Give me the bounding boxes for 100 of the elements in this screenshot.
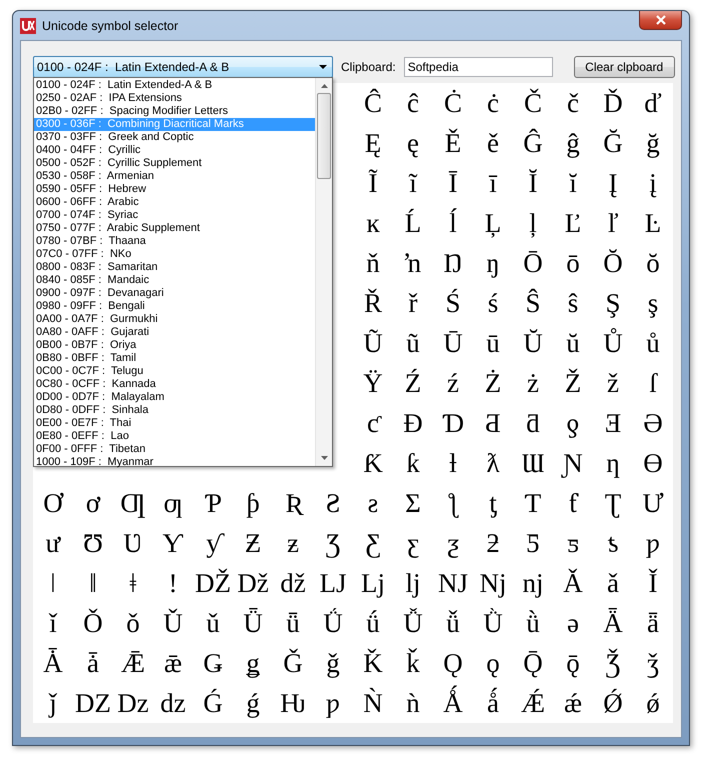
symbol-cell[interactable]: ż	[523, 366, 543, 400]
symbol-cell[interactable]: ǽ	[560, 686, 586, 720]
symbol-cell[interactable]: Ɵ	[639, 446, 667, 480]
symbol-cell[interactable]: Ǩ	[359, 646, 387, 680]
symbol-cell[interactable]: ǟ	[643, 606, 663, 640]
symbol-cell[interactable]: ǜ	[522, 606, 544, 640]
symbol-cell[interactable]: Ĝ	[519, 126, 547, 160]
symbol-cell[interactable]: ǿ	[642, 686, 664, 720]
list-item[interactable]: 0B00 - 0B7F : Oriya	[34, 339, 315, 352]
symbol-cell[interactable]: Ũ	[359, 326, 387, 360]
symbol-cell[interactable]: ǐ	[45, 606, 61, 640]
symbol-cell[interactable]: ƣ	[160, 486, 186, 520]
symbol-cell[interactable]: Ǎ	[559, 566, 587, 600]
symbol-cell[interactable]: Ʀ	[281, 486, 305, 520]
list-item[interactable]: 0E80 - 0EFF : Lao	[34, 430, 315, 443]
symbol-cell[interactable]: Ǉ	[316, 566, 350, 600]
symbol-cell[interactable]: ƶ	[283, 526, 303, 560]
symbol-cell[interactable]: Ľ	[560, 206, 586, 240]
symbol-cell[interactable]: Ǝ	[600, 406, 626, 440]
symbol-cell[interactable]: Ǭ	[519, 646, 547, 680]
symbol-cell[interactable]: Ę	[360, 126, 386, 160]
symbol-cell[interactable]: ř	[404, 286, 422, 320]
symbol-cell[interactable]: Ş	[601, 286, 625, 320]
symbol-cell[interactable]: ş	[644, 286, 662, 320]
symbol-cell[interactable]: Ǯ	[602, 646, 624, 680]
list-item[interactable]: 0700 - 074F : Syriac	[34, 209, 315, 222]
list-item[interactable]: 0400 - 04FF : Cyrillic	[34, 144, 315, 157]
symbol-cell[interactable]: ĩ	[405, 166, 421, 200]
scroll-down-icon[interactable]	[320, 456, 328, 460]
symbol-cell[interactable]: Ƶ	[240, 526, 266, 560]
symbol-cell[interactable]: ƻ	[482, 526, 504, 560]
symbol-cell[interactable]: ǚ	[442, 606, 464, 640]
symbol-cell[interactable]: ǡ	[83, 646, 103, 680]
symbol-cell[interactable]: ď	[640, 86, 666, 120]
symbol-cell[interactable]: ĝ	[562, 126, 584, 160]
symbol-cell[interactable]: Ƙ	[359, 446, 387, 480]
symbol-cell[interactable]: ź	[443, 366, 463, 400]
symbol-cell[interactable]: Ǒ	[79, 606, 107, 640]
symbol-cell[interactable]: ƛ	[482, 446, 504, 480]
symbol-cell[interactable]: ǃ	[164, 566, 182, 600]
symbol-cell[interactable]: Ĩ	[364, 166, 382, 200]
list-item[interactable]: 0530 - 058F : Armenian	[34, 170, 315, 183]
symbol-cell[interactable]: ƿ	[642, 526, 664, 560]
symbol-cell[interactable]: Ğ	[599, 126, 627, 160]
symbol-cell[interactable]: Ō	[519, 246, 547, 280]
symbol-cell[interactable]: ƴ	[202, 526, 224, 560]
symbol-cell[interactable]: ğ	[642, 126, 664, 160]
symbol-cell[interactable]: Ǻ	[439, 686, 467, 720]
symbol-cell[interactable]: ś	[484, 286, 502, 320]
list-item[interactable]: 07C0 - 07FF : NKo	[34, 248, 315, 261]
symbol-cell[interactable]: ǯ	[643, 646, 663, 680]
symbol-cell[interactable]: ǉ	[401, 566, 424, 600]
list-item[interactable]: 0800 - 083F : Samaritan	[34, 261, 315, 274]
symbol-cell[interactable]: Ǹ	[359, 686, 387, 720]
symbol-cell[interactable]: ǲ	[113, 686, 153, 720]
symbol-cell[interactable]: ǁ	[85, 566, 101, 600]
symbol-cell[interactable]: Ĭ	[524, 166, 542, 200]
symbol-cell[interactable]: ƪ	[444, 486, 462, 520]
symbol-cell[interactable]: Ƥ	[200, 486, 226, 520]
symbol-cell[interactable]: Ǥ	[199, 646, 227, 680]
symbol-cell[interactable]: Ū	[439, 326, 467, 360]
symbol-cell[interactable]: Ǔ	[159, 606, 187, 640]
symbol-cell[interactable]: Ĉ	[360, 86, 386, 120]
symbol-cell[interactable]: Ơ	[39, 486, 67, 520]
symbol-cell[interactable]: Ǆ	[191, 566, 235, 600]
symbol-cell[interactable]: ǣ	[160, 646, 186, 680]
symbol-cell[interactable]: Ƴ	[158, 526, 188, 560]
symbol-cell[interactable]: ǖ	[282, 606, 304, 640]
symbol-cell[interactable]: Ŋ	[440, 246, 466, 280]
symbol-cell[interactable]: ǋ	[476, 566, 510, 600]
symbol-cell[interactable]: ǌ	[518, 566, 548, 600]
list-item[interactable]: 0A80 - 0AFF : Gujarati	[34, 326, 315, 339]
list-item[interactable]: 0750 - 077F : Arabic Supplement	[34, 222, 315, 235]
symbol-cell[interactable]: Ŭ	[519, 326, 547, 360]
list-item[interactable]: 0F00 - 0FFF : Tibetan	[34, 443, 315, 456]
symbol-cell[interactable]: Ǣ	[116, 646, 149, 680]
list-item[interactable]: 0C00 - 0C7F : Telugu	[34, 365, 315, 378]
block-dropdown[interactable]: 0100 - 024F : Latin Extended-A & B	[33, 56, 333, 78]
symbol-cell[interactable]: Ď	[599, 86, 627, 120]
symbol-cell[interactable]: ƺ	[443, 526, 463, 560]
close-button[interactable]	[639, 11, 682, 30]
symbol-cell[interactable]: ŏ	[642, 246, 664, 280]
clear-clipboard-button[interactable]: Clear clpboard	[574, 56, 675, 78]
symbol-cell[interactable]: Ɖ	[399, 406, 427, 440]
symbol-cell[interactable]: Ě	[440, 126, 466, 160]
symbol-cell[interactable]: Ư	[638, 486, 668, 520]
symbol-cell[interactable]: ǳ	[156, 686, 190, 720]
symbol-cell[interactable]: ƍ	[562, 406, 584, 440]
symbol-cell[interactable]: ƭ	[565, 486, 581, 520]
list-item[interactable]: 1000 - 109F : Myanmar	[34, 456, 315, 469]
list-item[interactable]: 0250 - 02AF : IPA Extensions	[34, 92, 315, 105]
symbol-cell[interactable]: ŋ	[482, 246, 504, 280]
list-item[interactable]: 0900 - 097F : Devanagari	[34, 287, 315, 300]
symbol-cell[interactable]: Į	[604, 166, 622, 200]
symbol-cell[interactable]: ƥ	[242, 486, 264, 520]
symbol-cell[interactable]: ľ	[604, 206, 622, 240]
symbol-cell[interactable]: Ÿ	[359, 366, 387, 400]
symbol-cell[interactable]: Ǐ	[644, 566, 662, 600]
symbol-cell[interactable]: ī	[485, 166, 501, 200]
symbol-cell[interactable]: ǂ	[126, 566, 140, 600]
